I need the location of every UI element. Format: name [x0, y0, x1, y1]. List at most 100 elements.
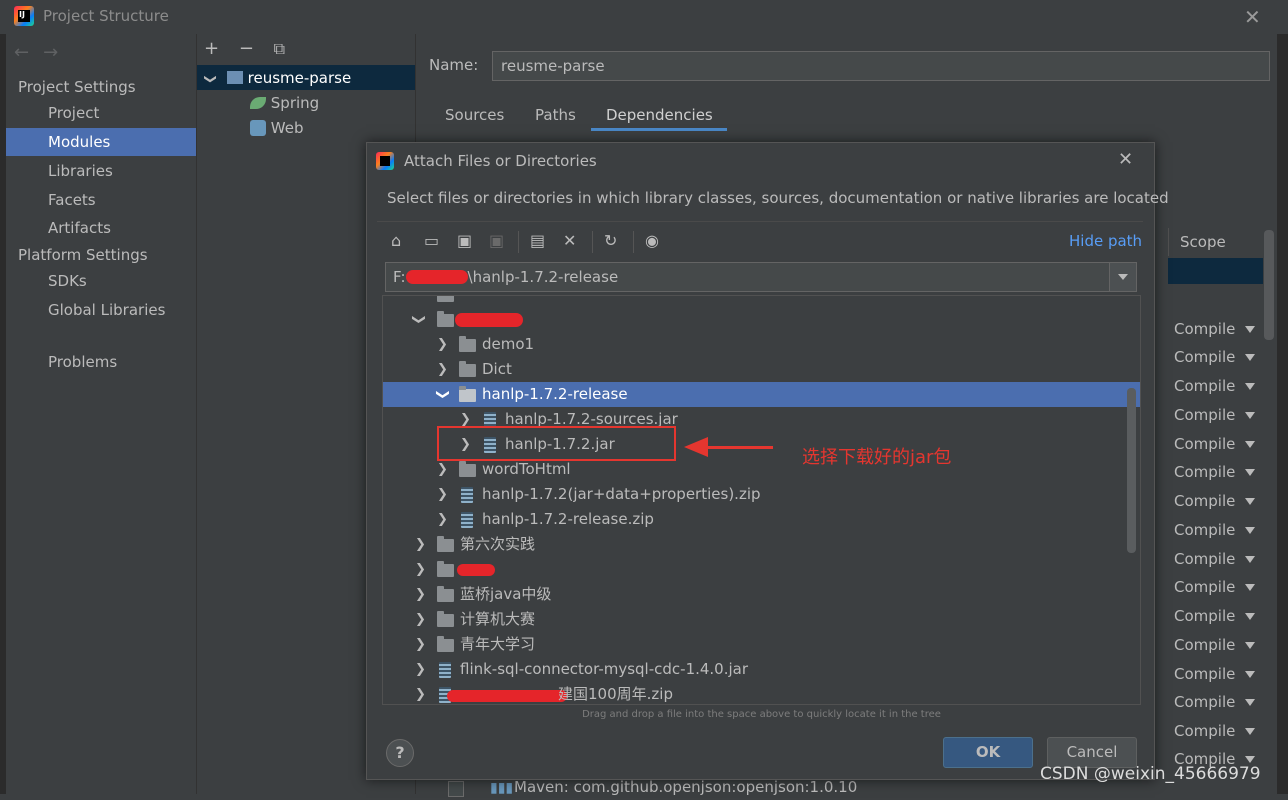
toolbar-separator: [592, 231, 593, 253]
scope-dropdown[interactable]: Compile: [1174, 578, 1256, 596]
tab-paths[interactable]: Paths: [535, 106, 576, 124]
chevron-right-icon: ❯: [415, 662, 426, 677]
refresh-icon[interactable]: ↻: [604, 231, 617, 250]
chevron-down-icon: [1245, 756, 1256, 763]
redaction-mark: [405, 270, 468, 284]
forward-arrow-icon[interactable]: →: [43, 42, 72, 63]
chevron-right-icon: ❯: [437, 337, 448, 352]
scope-dropdown[interactable]: Compile: [1174, 693, 1256, 711]
scope-value: Compile: [1174, 578, 1236, 596]
tree-row-youth[interactable]: ❯ 青年大学习: [383, 632, 1140, 657]
dialog-separator: [377, 221, 1143, 222]
file-tree[interactable]: ❯ ❯ demo1 ❯ Dict ❯ hanlp-1.7.2-release ❯…: [382, 295, 1141, 705]
chevron-down-icon: ❯: [204, 73, 219, 85]
toolbar-separator: [518, 231, 519, 253]
scope-dropdown[interactable]: Compile: [1174, 406, 1256, 424]
hide-path-link[interactable]: Hide path: [1069, 232, 1142, 250]
path-combobox[interactable]: F: \hanlp-1.7.2-release: [385, 262, 1137, 292]
tree-row-demo1[interactable]: ❯ demo1: [383, 332, 1140, 357]
tree-row-zip-props[interactable]: ❯ hanlp-1.7.2(jar+data+properties).zip: [383, 482, 1140, 507]
scope-dropdown[interactable]: Compile: [1174, 607, 1256, 625]
close-window-icon[interactable]: ✕: [1244, 5, 1261, 29]
scope-dropdown[interactable]: Compile: [1174, 722, 1256, 740]
sidebar-item-sdks[interactable]: SDKs: [6, 267, 196, 295]
scope-dropdown[interactable]: Compile: [1174, 665, 1256, 683]
chevron-down-icon: [1245, 527, 1256, 534]
active-tab-indicator: [591, 128, 727, 131]
project-folder-icon[interactable]: ▣: [457, 231, 472, 250]
path-prefix: F:: [393, 268, 406, 286]
chevron-right-icon: ❯: [415, 537, 426, 552]
tree-row-zip-release[interactable]: ❯ hanlp-1.7.2-release.zip: [383, 507, 1140, 532]
sidebar-item-project[interactable]: Project: [6, 99, 196, 127]
scope-dropdown[interactable]: Compile: [1174, 636, 1256, 654]
sidebar-item-modules[interactable]: Modules: [6, 128, 196, 156]
tree-row-dict[interactable]: ❯ Dict: [383, 357, 1140, 382]
show-hidden-icon[interactable]: ◉: [645, 231, 659, 250]
scope-column-header[interactable]: Scope: [1168, 228, 1263, 256]
sidebar-item-facets[interactable]: Facets: [6, 186, 196, 214]
spring-leaf-icon: [250, 97, 266, 109]
right-edge-strip: [1277, 34, 1288, 794]
tree-label: 建国100周年.zip: [558, 685, 673, 703]
new-folder-icon[interactable]: ▤: [530, 231, 545, 250]
scope-dropdown[interactable]: Compile: [1174, 521, 1256, 539]
delete-icon[interactable]: ✕: [563, 231, 576, 250]
dialog-close-icon[interactable]: ✕: [1118, 149, 1133, 170]
scope-dropdown[interactable]: Compile: [1174, 435, 1256, 453]
chevron-down-icon: [1245, 441, 1256, 448]
scope-dropdown[interactable]: Compile: [1174, 377, 1256, 395]
tree-row-flink-jar[interactable]: ❯ flink-sql-connector-mysql-cdc-1.4.0.ja…: [383, 657, 1140, 682]
tree-row-zip-100[interactable]: ❯ 建国100周年.zip: [383, 682, 1140, 704]
tab-dependencies[interactable]: Dependencies: [606, 106, 713, 124]
help-button[interactable]: ?: [386, 739, 414, 767]
scope-dropdown[interactable]: Compile: [1174, 320, 1256, 338]
path-dropdown-button[interactable]: [1109, 263, 1136, 291]
tree-row-release[interactable]: ❯ hanlp-1.7.2-release: [383, 382, 1140, 407]
tree-row-practice6[interactable]: ❯ 第六次实践: [383, 532, 1140, 557]
redaction-mark: [457, 564, 495, 576]
module-tree-spring[interactable]: Spring: [250, 91, 319, 115]
home-icon[interactable]: ⌂: [391, 231, 401, 250]
scope-dropdown[interactable]: Compile: [1174, 463, 1256, 481]
tree-row[interactable]: ❯: [383, 307, 1140, 332]
folder-icon: [437, 611, 454, 627]
tab-sources[interactable]: Sources: [445, 106, 504, 124]
scope-dropdown[interactable]: Compile: [1174, 492, 1256, 510]
add-module-icon[interactable]: +: [204, 38, 219, 59]
web-label: Web: [270, 119, 304, 137]
chevron-down-icon: [1245, 469, 1256, 476]
scope-dropdown[interactable]: Compile: [1174, 550, 1256, 568]
file-tree-scrollbar[interactable]: [1127, 388, 1136, 553]
scope-value: Compile: [1174, 377, 1236, 395]
dependencies-scrollbar[interactable]: [1264, 230, 1274, 340]
module-tree-root[interactable]: ❯ reusme-parse: [204, 66, 351, 91]
tree-row-computer[interactable]: ❯ 计算机大赛: [383, 607, 1140, 632]
ok-button[interactable]: OK: [943, 737, 1033, 768]
copy-module-icon[interactable]: ⧉: [274, 39, 285, 58]
module-name-field[interactable]: reusme-parse: [492, 51, 1270, 81]
scope-value: Compile: [1174, 693, 1236, 711]
desktop-icon[interactable]: ▭: [424, 231, 439, 250]
tree-row[interactable]: [383, 296, 1140, 307]
attach-files-dialog: Attach Files or Directories ✕ Select fil…: [366, 142, 1169, 780]
module-folder-icon[interactable]: ▣: [489, 231, 504, 250]
watermark: CSDN @weixin_45666979: [1040, 764, 1261, 784]
tree-label: 计算机大赛: [460, 610, 536, 628]
chevron-down-icon: [1245, 699, 1256, 706]
sidebar-item-global-libraries[interactable]: Global Libraries: [6, 296, 196, 324]
maven-dependency-row[interactable]: ▮▮▮ Maven: com.github.openjson:openjson:…: [448, 778, 868, 800]
remove-module-icon[interactable]: −: [239, 38, 254, 59]
scope-value: Compile: [1174, 722, 1236, 740]
tree-row-redacted[interactable]: ❯: [383, 557, 1140, 582]
path-suffix: \hanlp-1.7.2-release: [467, 268, 619, 286]
scope-value: Compile: [1174, 665, 1236, 683]
back-arrow-icon[interactable]: ←: [14, 42, 43, 63]
scope-dropdown[interactable]: Compile: [1174, 348, 1256, 366]
sidebar-item-artifacts[interactable]: Artifacts: [6, 214, 196, 242]
export-checkbox[interactable]: [448, 781, 464, 797]
sidebar-item-problems[interactable]: Problems: [6, 348, 196, 376]
tree-row-lanqiao[interactable]: ❯ 蓝桥java中级: [383, 582, 1140, 607]
sidebar-item-libraries[interactable]: Libraries: [6, 157, 196, 185]
module-tree-web[interactable]: Web: [250, 116, 303, 140]
